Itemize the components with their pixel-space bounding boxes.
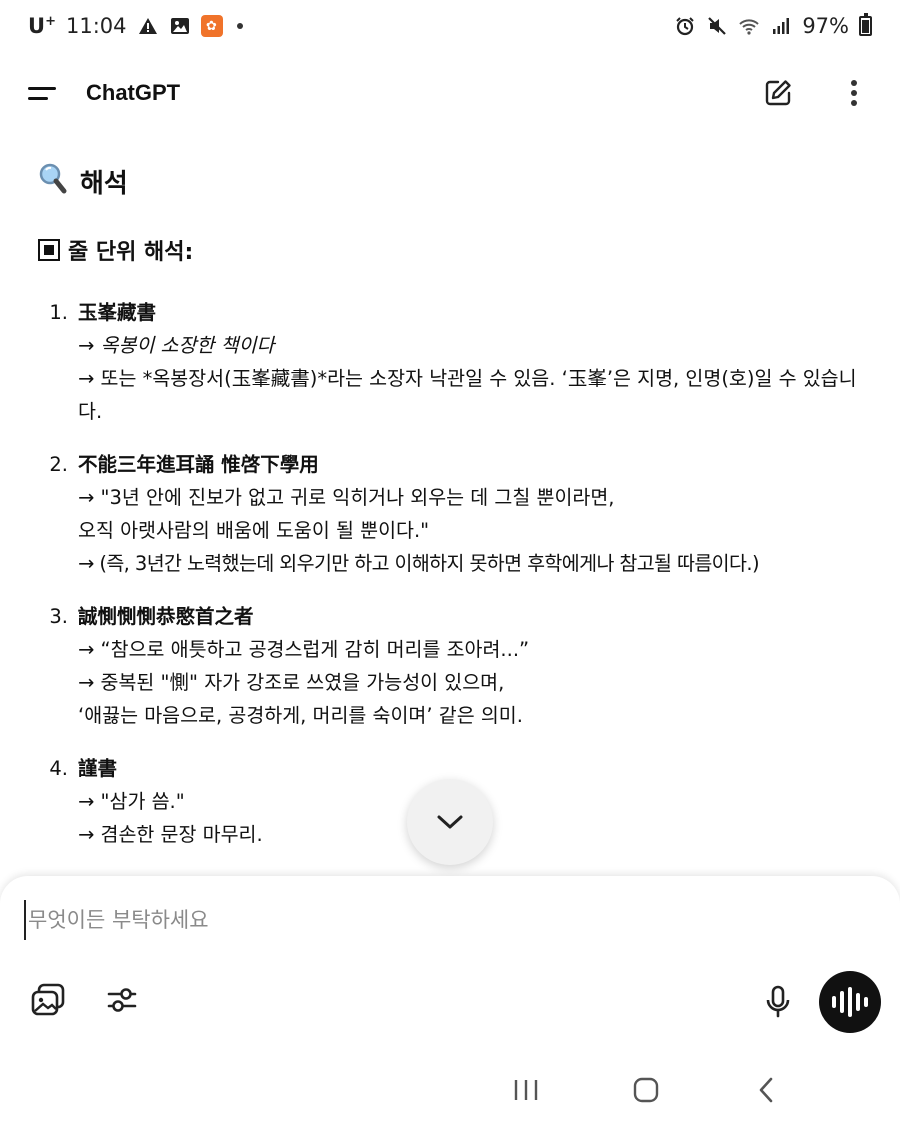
alarm-icon <box>674 15 696 37</box>
voice-mode-button[interactable] <box>819 971 881 1033</box>
square-bullet-icon <box>38 239 60 261</box>
more-notifications-icon <box>236 23 243 29</box>
chevron-down-icon <box>437 815 463 829</box>
recents-icon <box>514 1080 538 1100</box>
section-title: 해석 <box>38 160 868 202</box>
back-button[interactable] <box>744 1068 788 1112</box>
scroll-to-bottom-button[interactable] <box>407 779 493 865</box>
app-notification-icon: ✿ <box>200 15 223 37</box>
sliders-icon <box>107 988 137 1012</box>
app-header: ChatGPT <box>0 60 900 126</box>
status-bar: U+ 11:04 ✿ 97% <box>0 0 900 52</box>
item-line: → 옥봉이 소장한 책이다 <box>78 334 275 357</box>
item-line: 오직 아랫사람의 배움에 도움이 될 뿐이다." <box>78 519 430 542</box>
item-body: 誠惻惻惻恭愍首之者 → “참으로 애틋하고 공경스럽게 감히 머리를 조아려..… <box>78 600 868 732</box>
subsection-title: 줄 단위 해석: <box>38 230 868 270</box>
status-bar-right: 97% <box>674 13 872 38</box>
item-number: 1. <box>49 301 68 324</box>
signal-icon <box>770 15 792 37</box>
item-line: ‘애끓는 마음으로, 공경하게, 머리를 숙이며’ 같은 의미. <box>78 704 523 727</box>
item-line: → 중복된 "惻" 자가 강조로 쓰였을 가능성이 있으며, <box>78 671 505 694</box>
wifi-icon <box>738 15 760 37</box>
status-bar-left: U+ 11:04 ✿ <box>28 14 243 38</box>
chat-message: 해석 줄 단위 해석: 1. 玉峯藏書 → 옥봉이 소장한 책이다 → 또는 *… <box>38 160 868 871</box>
carrier-label: U+ <box>28 14 56 38</box>
tools-button[interactable] <box>100 978 144 1022</box>
composer <box>0 876 900 1054</box>
message-input[interactable] <box>24 900 864 940</box>
warning-icon <box>137 15 159 37</box>
item-number: 2. <box>49 453 68 476</box>
new-chat-button[interactable] <box>760 75 796 111</box>
item-line: → (즉, 3년간 노력했는데 외우기만 하고 이해하지 못하면 후학에게나 참… <box>78 552 760 575</box>
edit-icon <box>765 80 791 106</box>
waveform-icon <box>832 996 836 1008</box>
images-icon <box>31 983 65 1016</box>
item-heading: 玉峯藏書 <box>78 301 157 324</box>
section-title-text: 해석 <box>80 168 128 199</box>
menu-icon[interactable] <box>28 82 58 104</box>
subsection-title-text: 줄 단위 해석: <box>68 240 194 265</box>
item-line: → 또는 *옥봉장서(玉峯藏書)*라는 소장자 낙관일 수 있음. ‘玉峯’은 … <box>78 367 857 423</box>
home-button[interactable] <box>624 1068 668 1112</box>
item-body: 玉峯藏書 → 옥봉이 소장한 책이다 → 또는 *옥봉장서(玉峯藏書)*라는 소… <box>78 296 868 428</box>
list-item: 3. 誠惻惻惻恭愍首之者 → “참으로 애틋하고 공경스럽게 감히 머리를 조아… <box>38 600 868 732</box>
item-line: → "3년 안에 진보가 없고 귀로 익히거나 외우는 데 그칠 뿐이라면, <box>78 486 615 509</box>
item-heading: 謹書 <box>78 757 118 780</box>
battery-percent: 97% <box>802 14 849 38</box>
dictate-button[interactable] <box>756 980 800 1024</box>
system-nav-bar <box>0 1054 900 1124</box>
clock: 11:04 <box>65 14 127 38</box>
attach-image-button[interactable] <box>26 978 70 1022</box>
battery-icon <box>859 13 872 36</box>
gallery-icon <box>169 15 191 37</box>
interpretation-list: 1. 玉峯藏書 → 옥봉이 소장한 책이다 → 또는 *옥봉장서(玉峯藏書)*라… <box>38 296 868 851</box>
more-options-button[interactable] <box>836 75 872 111</box>
app-title[interactable]: ChatGPT <box>86 80 180 106</box>
list-item: 2. 不能三年進耳誦 惟啓下學用 → "3년 안에 진보가 없고 귀로 익히거나… <box>38 448 868 580</box>
item-number: 3. <box>49 605 68 628</box>
item-number: 4. <box>49 757 68 780</box>
recents-button[interactable] <box>504 1068 548 1112</box>
magnifier-icon <box>38 162 68 201</box>
mute-icon <box>706 15 728 37</box>
item-heading: 誠惻惻惻恭愍首之者 <box>78 605 254 628</box>
item-line: → “참으로 애틋하고 공경스럽게 감히 머리를 조아려...” <box>78 638 530 661</box>
item-heading: 不能三年進耳誦 惟啓下學用 <box>78 453 319 476</box>
list-item: 1. 玉峯藏書 → 옥봉이 소장한 책이다 → 또는 *옥봉장서(玉峯藏書)*라… <box>38 296 868 428</box>
back-icon <box>759 1077 773 1103</box>
home-icon <box>633 1077 659 1103</box>
microphone-icon <box>766 985 790 1018</box>
item-body: 不能三年進耳誦 惟啓下學用 → "3년 안에 진보가 없고 귀로 익히거나 외우… <box>78 448 868 580</box>
header-actions <box>760 75 872 111</box>
more-vert-icon <box>851 80 857 106</box>
